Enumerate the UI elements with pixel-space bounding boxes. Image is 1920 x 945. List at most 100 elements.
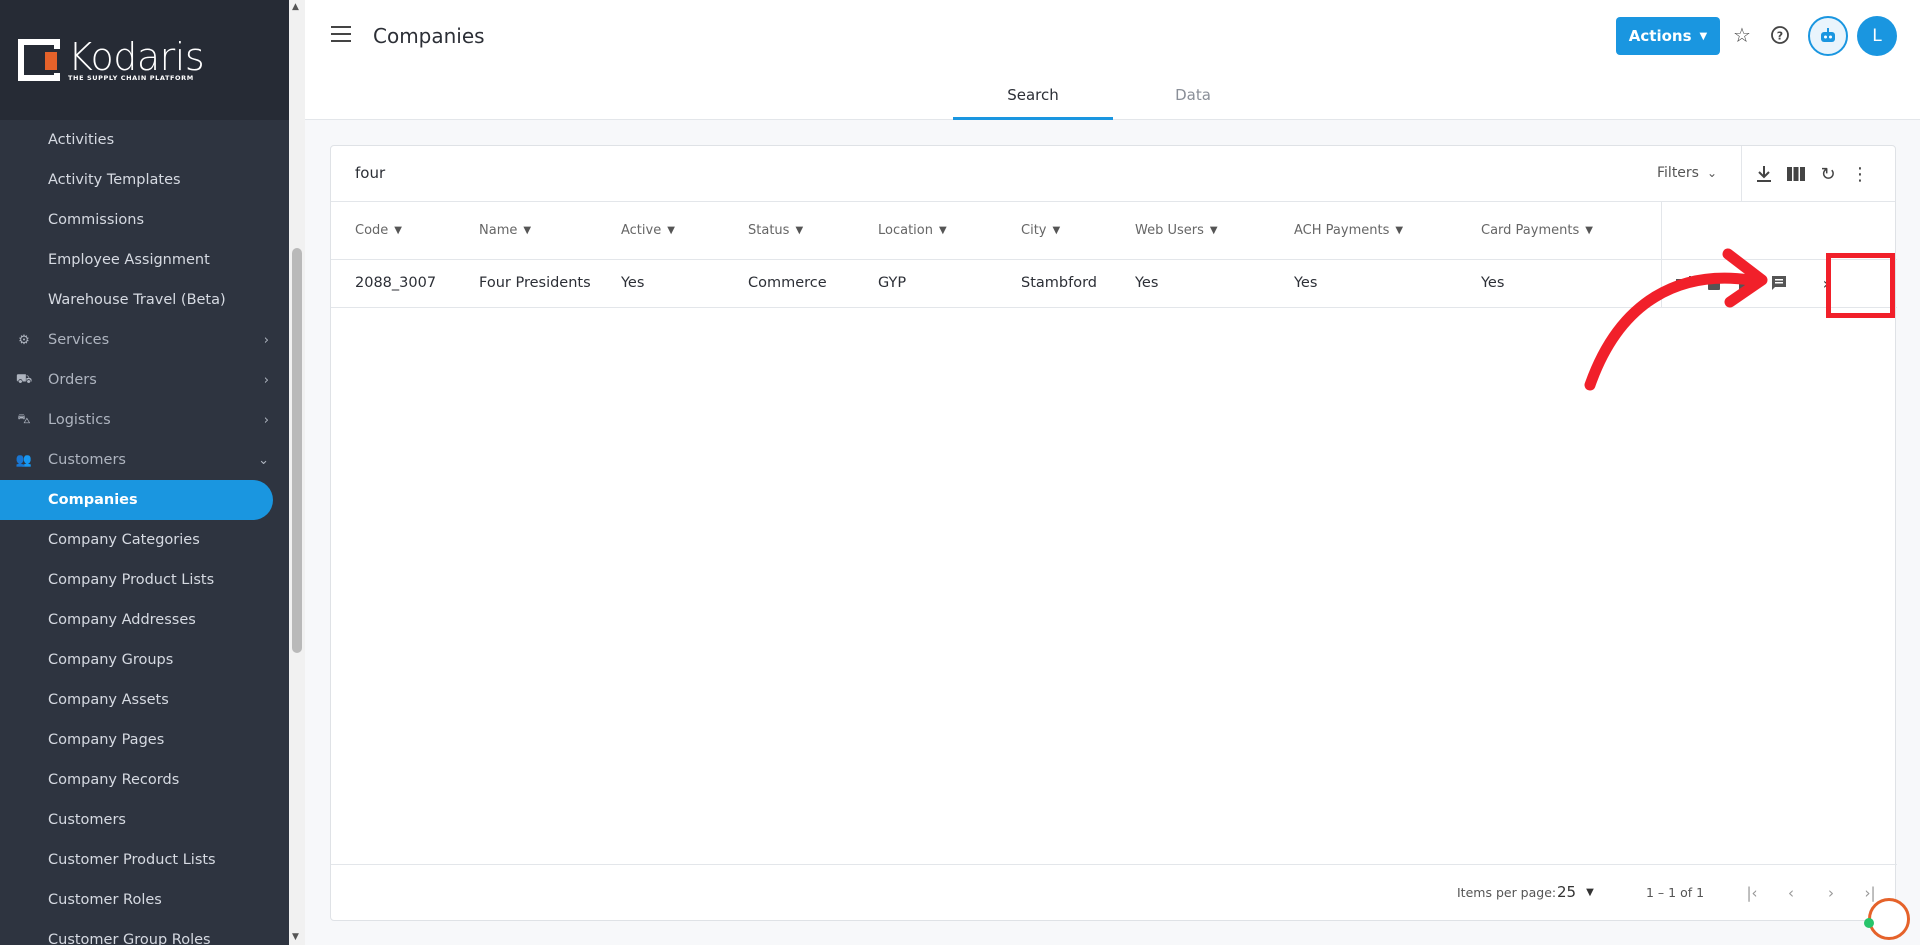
search-input[interactable] xyxy=(355,164,1255,182)
sidebar-item-warehouse-travel[interactable]: Warehouse Travel (Beta) xyxy=(0,280,289,320)
assistant-bot-icon[interactable] xyxy=(1808,16,1848,56)
column-header-card-payments[interactable]: Card Payments ▼ xyxy=(1481,223,1593,238)
sidebar-item-label: Customer Roles xyxy=(48,892,162,908)
column-header-name[interactable]: Name ▼ xyxy=(479,223,531,238)
logo[interactable]: Kodaris THE SUPPLY CHAIN PLATFORM xyxy=(0,0,289,120)
actions-label: Actions xyxy=(1628,27,1692,45)
column-header-active[interactable]: Active ▼ xyxy=(621,223,675,238)
menu-icon[interactable] xyxy=(331,26,351,44)
star-icon[interactable]: ☆ xyxy=(1729,22,1755,48)
truck-icon: ⛟ xyxy=(15,371,33,387)
items-per-page-select[interactable]: 25 ▼ xyxy=(1557,883,1594,901)
sidebar-item-customers[interactable]: 👥 Customers ⌄ xyxy=(0,440,289,480)
services-icon: ⚙ xyxy=(18,332,30,348)
column-label: Location xyxy=(878,223,933,238)
cell-location: GYP xyxy=(878,275,907,291)
cell-name: Four Presidents xyxy=(479,275,591,291)
sidebar-scrollbar[interactable]: ▲ ▼ xyxy=(289,0,305,945)
chevron-right-icon: › xyxy=(263,332,269,348)
sidebar-item-company-product-lists[interactable]: Company Product Lists xyxy=(0,560,289,600)
sidebar-item-logistics[interactable]: ⛍ Logistics › xyxy=(0,400,289,440)
shipping-icon: ⛍ xyxy=(17,411,31,427)
sort-caret-icon: ▼ xyxy=(1209,225,1218,236)
sidebar-item-company-pages[interactable]: Company Pages xyxy=(0,720,289,760)
sidebar-item-activity-templates[interactable]: Activity Templates xyxy=(0,160,289,200)
page-range: 1 – 1 of 1 xyxy=(1646,885,1705,900)
sidebar-item-label: Company Records xyxy=(48,772,180,788)
sidebar-item-label: Companies xyxy=(48,492,138,508)
tab-search[interactable]: Search xyxy=(953,78,1113,120)
actions-button[interactable]: Actions ▼ xyxy=(1616,17,1720,55)
sidebar-item-company-categories[interactable]: Company Categories xyxy=(0,520,289,560)
column-header-code[interactable]: Code ▼ xyxy=(355,223,402,238)
annotation-highlight-box xyxy=(1826,253,1895,318)
download-icon[interactable] xyxy=(1752,162,1776,186)
sidebar-item-label: Warehouse Travel (Beta) xyxy=(48,292,226,308)
logo-text: Kodaris xyxy=(68,35,205,79)
sidebar-item-customer-group-roles[interactable]: Customer Group Roles xyxy=(0,920,289,945)
filters-label: Filters xyxy=(1657,165,1699,181)
column-header-status[interactable]: Status ▼ xyxy=(748,223,803,238)
column-header-location[interactable]: Location ▼ xyxy=(878,223,947,238)
sidebar-item-label: Customers xyxy=(48,812,126,828)
sort-caret-icon: ▼ xyxy=(1585,225,1593,236)
sidebar-item-services[interactable]: ⚙ Services › xyxy=(0,320,289,360)
help-icon[interactable]: ? xyxy=(1767,22,1793,48)
chat-support-icon[interactable] xyxy=(1868,898,1910,940)
page-title: Companies xyxy=(373,24,485,48)
annotation-arrow-icon xyxy=(1584,248,1768,391)
search-row: Filters ⌄ ↻ ⋮ xyxy=(331,146,1895,202)
sidebar-item-label: Logistics xyxy=(48,412,111,428)
columns-icon[interactable] xyxy=(1784,162,1808,186)
sidebar-item-label: Activities xyxy=(48,132,115,148)
sidebar-item-orders[interactable]: ⛟ Orders › xyxy=(0,360,289,400)
cell-active: Yes xyxy=(621,275,645,291)
filters-button[interactable]: Filters ⌄ xyxy=(1657,165,1717,181)
column-header-city[interactable]: City ▼ xyxy=(1021,223,1060,238)
sidebar-item-company-addresses[interactable]: Company Addresses xyxy=(0,600,289,640)
cell-card-payments: Yes xyxy=(1481,275,1505,291)
refresh-icon[interactable]: ↻ xyxy=(1816,162,1840,186)
caret-down-icon: ▼ xyxy=(1699,30,1708,42)
sidebar-item-employee-assignment[interactable]: Employee Assignment xyxy=(0,240,289,280)
first-page-icon[interactable]: |‹ xyxy=(1741,882,1763,904)
column-label: ACH Payments xyxy=(1294,223,1390,238)
tab-data[interactable]: Data xyxy=(1113,78,1273,120)
chevron-right-icon: › xyxy=(263,412,269,428)
sidebar-item-company-records[interactable]: Company Records xyxy=(0,760,289,800)
caret-down-icon: ▼ xyxy=(1586,886,1594,898)
sidebar-item-label: Customers xyxy=(48,452,126,468)
sidebar-item-label: Orders xyxy=(48,372,97,388)
column-header-web-users[interactable]: Web Users ▼ xyxy=(1135,223,1218,238)
sort-caret-icon: ▼ xyxy=(938,225,947,236)
sidebar-item-commissions[interactable]: Commissions xyxy=(0,200,289,240)
next-page-icon[interactable]: › xyxy=(1820,882,1842,904)
avatar[interactable]: L xyxy=(1857,16,1897,56)
sidebar-item-label: Company Groups xyxy=(48,652,174,668)
sidebar-item-label: Commissions xyxy=(48,212,145,228)
sidebar-item-label: Company Assets xyxy=(48,692,169,708)
sidebar-item-company-groups[interactable]: Company Groups xyxy=(0,640,289,680)
sidebar-item-label: Customer Product Lists xyxy=(48,852,216,868)
svg-text:?: ? xyxy=(1777,30,1783,43)
column-label: Status xyxy=(748,223,790,238)
cell-web-users: Yes xyxy=(1135,275,1159,291)
sidebar-item-customer-product-lists[interactable]: Customer Product Lists xyxy=(0,840,289,880)
sidebar-item-company-assets[interactable]: Company Assets xyxy=(0,680,289,720)
sidebar-item-label: Company Categories xyxy=(48,532,200,548)
sort-caret-icon: ▼ xyxy=(667,225,675,236)
sidebar-item-customers-list[interactable]: Customers xyxy=(0,800,289,840)
scroll-down-icon[interactable]: ▼ xyxy=(292,932,299,942)
chevron-down-icon: ⌄ xyxy=(258,452,269,468)
column-header-ach-payments[interactable]: ACH Payments ▼ xyxy=(1294,223,1403,238)
scrollbar-thumb[interactable] xyxy=(292,248,302,653)
sidebar-item-companies[interactable]: Companies xyxy=(0,480,273,520)
sidebar-item-customer-roles[interactable]: Customer Roles xyxy=(0,880,289,920)
more-vertical-icon[interactable]: ⋮ xyxy=(1848,162,1872,186)
online-status-dot xyxy=(1864,918,1874,928)
sidebar: Kodaris THE SUPPLY CHAIN PLATFORM Activi… xyxy=(0,0,289,945)
sidebar-item-label: Activity Templates xyxy=(48,172,181,188)
previous-page-icon[interactable]: ‹ xyxy=(1780,882,1802,904)
scroll-up-icon[interactable]: ▲ xyxy=(292,2,299,12)
sidebar-item-activities[interactable]: Activities xyxy=(0,120,289,160)
